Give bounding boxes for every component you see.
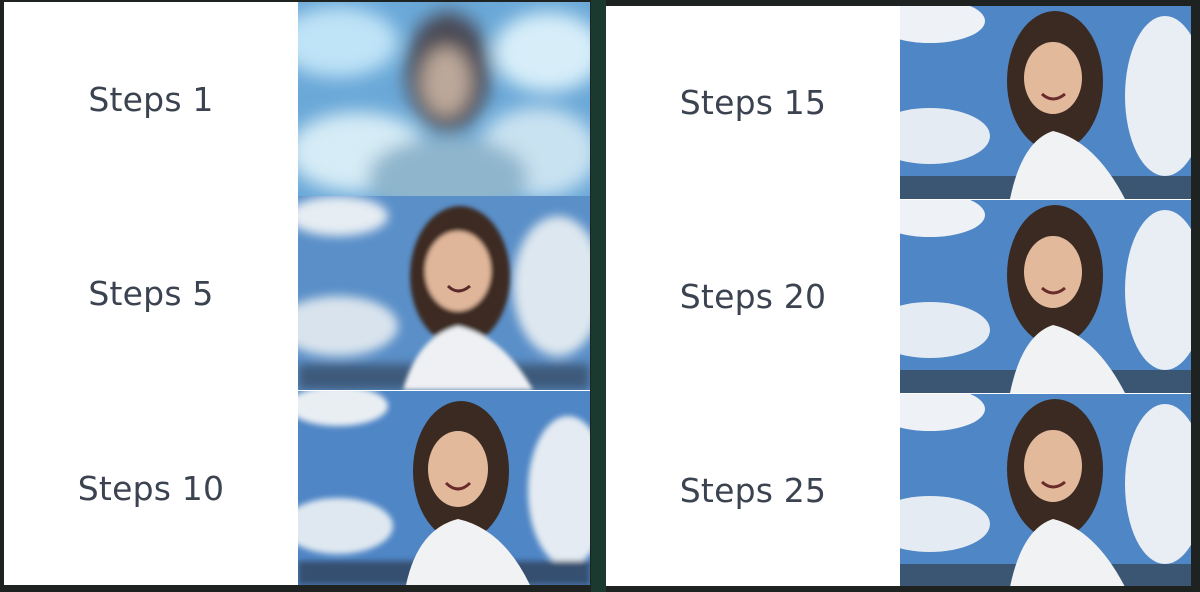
steps-label: Steps 25 [606, 394, 900, 586]
row-steps-10: Steps 10 [4, 391, 590, 585]
steps-label: Steps 20 [606, 200, 900, 393]
steps-label: Steps 5 [4, 196, 298, 390]
portrait-image-steps-10 [298, 391, 590, 585]
panel-divider [591, 0, 606, 592]
portrait-image-steps-15 [900, 6, 1191, 199]
steps-label: Steps 15 [606, 6, 900, 199]
portrait-image-steps-1 [298, 2, 590, 196]
row-steps-1: Steps 1 [4, 2, 590, 196]
row-steps-25: Steps 25 [606, 394, 1191, 586]
row-steps-15: Steps 15 [606, 6, 1191, 199]
steps-label: Steps 1 [4, 2, 298, 196]
comparison-stage: Steps 1 Steps 5 Steps 10 Steps 15 Steps … [0, 0, 1200, 592]
portrait-image-steps-20 [900, 200, 1191, 393]
row-steps-5: Steps 5 [4, 196, 590, 390]
row-steps-20: Steps 20 [606, 200, 1191, 393]
left-panel: Steps 1 Steps 5 Steps 10 [4, 2, 590, 585]
portrait-image-steps-5 [298, 196, 590, 390]
portrait-image-steps-25 [900, 394, 1191, 586]
right-panel: Steps 15 Steps 20 Steps 25 [606, 6, 1191, 586]
steps-label: Steps 10 [4, 391, 298, 585]
